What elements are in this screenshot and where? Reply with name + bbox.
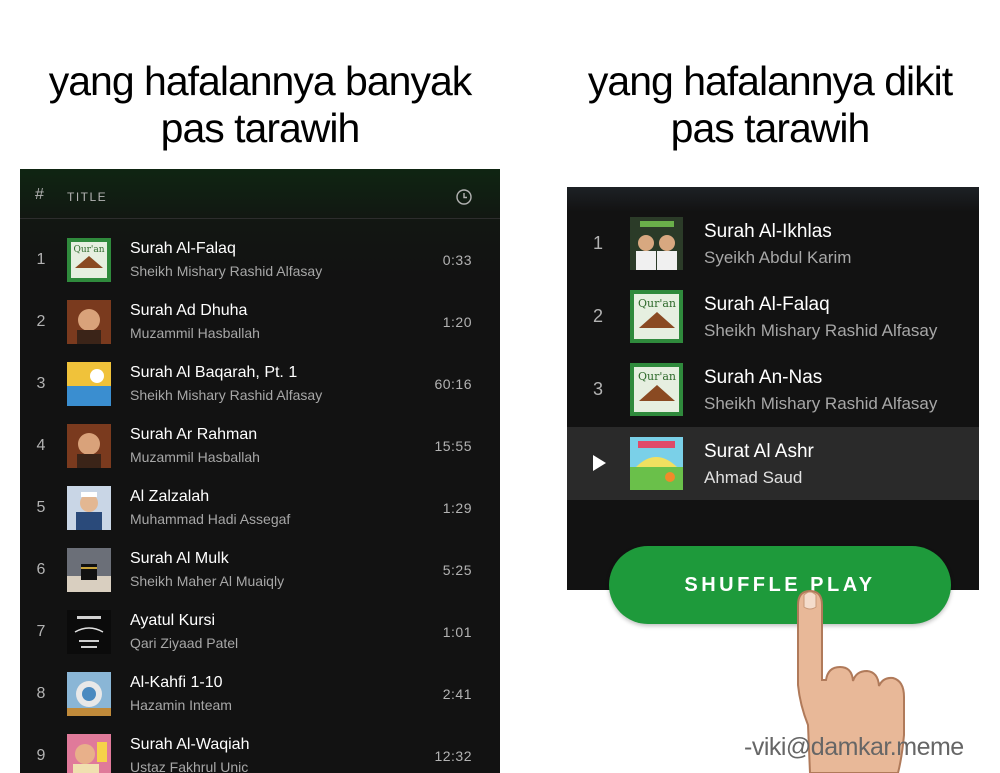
tracklist-header: # TITLE: [20, 169, 500, 219]
track-row[interactable]: 3 Surah Al Baqarah, Pt. 1 Sheikh Mishary…: [20, 353, 500, 415]
album-art: [67, 424, 111, 468]
album-art: [630, 437, 683, 490]
track-artist[interactable]: Sheikh Mishary Rashid Alfasay: [704, 394, 937, 414]
column-header-number: #: [35, 186, 44, 203]
track-title[interactable]: Surah Al Baqarah, Pt. 1: [130, 364, 297, 382]
track-row[interactable]: 5 Al Zalzalah Muhammad Hadi Assegaf 1:29: [20, 477, 500, 539]
track-number: 6: [36, 561, 46, 578]
right-caption-line1: yang hafalannya dikit: [587, 58, 953, 104]
track-title[interactable]: Surah Al-Ikhlas: [704, 221, 832, 243]
album-art: Qur'an: [630, 290, 683, 343]
svg-text:Qur'an: Qur'an: [638, 297, 676, 310]
track-title[interactable]: Surah An-Nas: [704, 367, 822, 389]
album-art: Qur'an: [67, 238, 111, 282]
album-art: [67, 672, 111, 716]
svg-text:Qur'an: Qur'an: [638, 370, 676, 383]
track-number: 1: [36, 251, 46, 268]
track-row[interactable]: 1 Surah Al-Ikhlas Syeikh Abdul Karim: [567, 207, 979, 280]
track-number: 5: [36, 499, 46, 516]
play-icon[interactable]: [593, 455, 606, 471]
track-artist[interactable]: Sheikh Mishary Rashid Alfasay: [130, 263, 322, 279]
track-title[interactable]: Surah Ar Rahman: [130, 426, 257, 444]
track-artist[interactable]: Syeikh Abdul Karim: [704, 248, 851, 268]
right-caption-line2: pas tarawih: [670, 105, 871, 151]
track-title[interactable]: Surah Al-Waqiah: [130, 736, 249, 754]
left-caption-line1: yang hafalannya banyak: [48, 58, 473, 104]
track-title[interactable]: Surah Al-Falaq: [704, 294, 830, 316]
track-row[interactable]: 7 Ayatul Kursi Qari Ziyaad Patel 1:01: [20, 601, 500, 663]
track-number: 3: [592, 379, 603, 399]
right-playlist: 1 Surah Al-Ikhlas Syeikh Abdul Karim 2 Q…: [567, 187, 979, 590]
track-row[interactable]: 2 Qur'an Surah Al-Falaq Sheikh Mishary R…: [567, 280, 979, 353]
track-title[interactable]: Al-Kahfi 1-10: [130, 674, 223, 692]
track-title[interactable]: Surah Ad Dhuha: [130, 302, 247, 320]
track-artist[interactable]: Sheikh Maher Al Muaiqly: [130, 573, 284, 589]
track-number: 2: [592, 306, 603, 326]
track-number: 8: [36, 685, 46, 702]
album-art: [67, 362, 111, 406]
track-duration: 2:41: [442, 686, 472, 702]
album-art: [67, 300, 111, 344]
track-number: 1: [592, 233, 603, 253]
track-duration: 1:29: [442, 500, 472, 516]
track-duration: 1:01: [442, 624, 472, 640]
left-caption: yang hafalannya banyak pas tarawih: [10, 58, 510, 152]
track-title[interactable]: Al Zalzalah: [130, 488, 209, 506]
track-title[interactable]: Surah Al-Falaq: [130, 240, 236, 258]
track-row[interactable]: 4 Surah Ar Rahman Muzammil Hasballah 15:…: [20, 415, 500, 477]
track-duration: 12:32: [434, 748, 472, 764]
track-duration: 15:55: [434, 438, 472, 454]
right-caption: yang hafalannya dikit pas tarawih: [540, 58, 1000, 152]
album-art: [630, 217, 683, 270]
track-duration: 0:33: [442, 252, 472, 268]
track-number: 7: [36, 623, 46, 640]
album-art: [67, 610, 111, 654]
track-title[interactable]: Ayatul Kursi: [130, 612, 215, 630]
track-title[interactable]: Surat Al Ashr: [704, 441, 814, 463]
track-number: 3: [36, 375, 46, 392]
track-row-active[interactable]: Surat Al Ashr Ahmad Saud: [567, 427, 979, 500]
left-caption-line2: pas tarawih: [160, 105, 361, 151]
track-row[interactable]: 8 Al-Kahfi 1-10 Hazamin Inteam 2:41: [20, 663, 500, 725]
track-duration: 1:20: [442, 314, 472, 330]
track-row[interactable]: 6 Surah Al Mulk Sheikh Maher Al Muaiqly …: [20, 539, 500, 601]
track-artist[interactable]: Sheikh Mishary Rashid Alfasay: [704, 321, 937, 341]
track-row[interactable]: 1 Qur'an Surah Al-Falaq Sheikh Mishary R…: [20, 229, 500, 291]
track-row[interactable]: 9 Surah Al-Waqiah Ustaz Fakhrul Unic 12:…: [20, 725, 500, 773]
left-playlist: # TITLE 1 Qur'an Surah Al-Falaq Sheikh M…: [20, 169, 500, 773]
album-art: [67, 734, 111, 773]
track-artist[interactable]: Sheikh Mishary Rashid Alfasay: [130, 387, 322, 403]
track-artist[interactable]: Muhammad Hadi Assegaf: [130, 511, 290, 527]
track-number: 2: [36, 313, 46, 330]
track-duration: 5:25: [442, 562, 472, 578]
track-artist[interactable]: Ustaz Fakhrul Unic: [130, 759, 248, 773]
watermark: -viki@damkar.meme: [744, 733, 964, 761]
track-artist[interactable]: Muzammil Hasballah: [130, 449, 260, 465]
track-artist[interactable]: Muzammil Hasballah: [130, 325, 260, 341]
album-art: Qur'an: [630, 363, 683, 416]
track-duration: 60:16: [434, 376, 472, 392]
album-art: [67, 486, 111, 530]
track-artist[interactable]: Hazamin Inteam: [130, 697, 232, 713]
track-number: 9: [36, 747, 46, 764]
column-header-title[interactable]: TITLE: [67, 190, 107, 204]
track-row[interactable]: 3 Qur'an Surah An-Nas Sheikh Mishary Ras…: [567, 353, 979, 426]
track-artist[interactable]: Ahmad Saud: [704, 468, 802, 488]
track-number: 4: [36, 437, 46, 454]
track-title[interactable]: Surah Al Mulk: [130, 550, 229, 568]
track-row[interactable]: 2 Surah Ad Dhuha Muzammil Hasballah 1:20: [20, 291, 500, 353]
album-art: [67, 548, 111, 592]
track-artist[interactable]: Qari Ziyaad Patel: [130, 635, 238, 651]
svg-text:Qur'an: Qur'an: [73, 245, 104, 255]
clock-icon[interactable]: [456, 189, 472, 210]
